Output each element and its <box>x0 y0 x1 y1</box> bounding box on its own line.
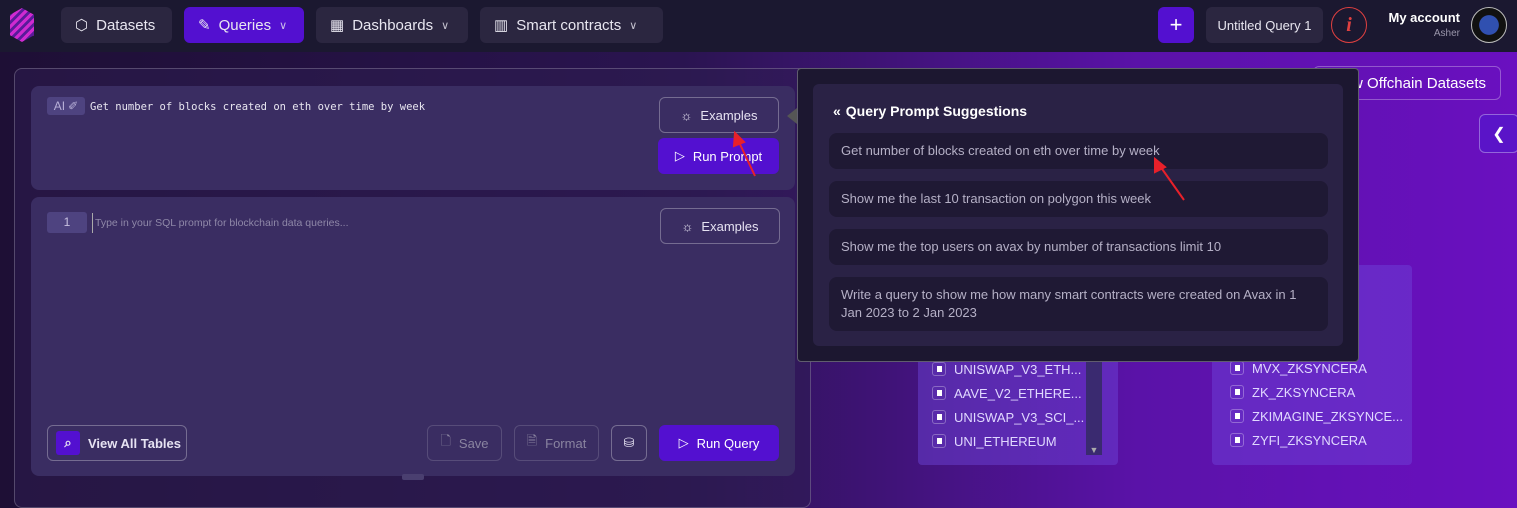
red-arrow-icon <box>732 130 756 177</box>
annotation-arrows <box>732 130 1185 201</box>
red-arrow-icon <box>1154 156 1185 201</box>
